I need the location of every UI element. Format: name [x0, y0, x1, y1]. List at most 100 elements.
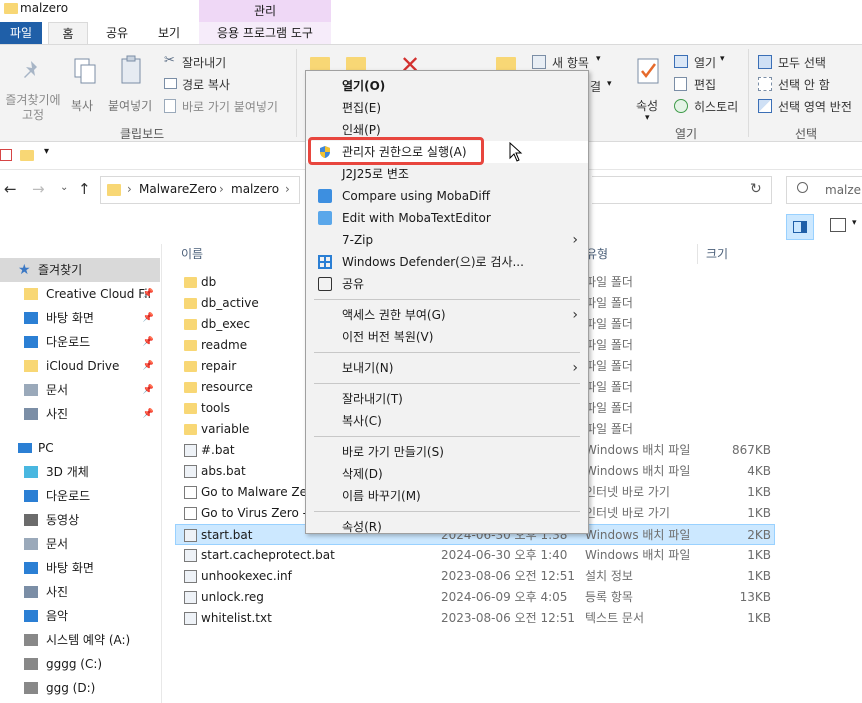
menu-item-label: 이전 버전 복원(V): [342, 330, 434, 344]
menu-item-5[interactable]: Compare using MobaDiff: [306, 185, 588, 207]
search-box[interactable]: malzer: [786, 176, 862, 204]
history-button[interactable]: 히스토리: [672, 97, 752, 117]
refresh-icon[interactable]: ↻: [750, 181, 762, 197]
select-none-button[interactable]: 선택 안 함: [756, 75, 862, 95]
menu-item-label: Windows Defender(으)로 검사...: [342, 255, 524, 269]
nav-pc-item[interactable]: 사진: [0, 580, 160, 604]
file-type: 파일 폴더: [585, 380, 633, 394]
nav-pc-item[interactable]: 바탕 화면: [0, 556, 160, 580]
tab-app-tools[interactable]: 응용 프로그램 도구: [199, 22, 331, 44]
forward-arrow-icon[interactable]: →: [32, 180, 45, 198]
back-arrow-icon[interactable]: ←: [4, 180, 17, 198]
select-all-button[interactable]: 모두 선택: [756, 53, 862, 73]
menu-item-23[interactable]: 속성(R): [306, 516, 588, 538]
paste-shortcut-button[interactable]: 바로 가기 붙여넣기: [162, 97, 292, 117]
folder-icon: [184, 361, 197, 372]
properties-button[interactable]: 속성 ▾: [632, 51, 668, 123]
select-none-icon: [758, 77, 772, 91]
menu-item-19[interactable]: 바로 가기 만들기(S): [306, 441, 588, 463]
view-options-icon[interactable]: [830, 218, 846, 232]
nav-item[interactable]: 사진 📌: [0, 402, 160, 426]
new-item-icon: [532, 55, 546, 69]
nav-item[interactable]: 문서 📌: [0, 378, 160, 402]
file-row[interactable]: start.cacheprotect.bat 2024-06-30 오후 1:40…: [176, 545, 776, 566]
file-type: Windows 배치 파일: [585, 528, 691, 542]
video-icon: [24, 514, 38, 526]
column-header-size[interactable]: 크기: [706, 245, 728, 262]
nav-pc-item[interactable]: 3D 개체: [0, 460, 160, 484]
file-row[interactable]: unlock.reg 2024-06-09 오후 4:05 등록 항목 13KB: [176, 587, 776, 608]
paste-button[interactable]: 붙여넣기: [106, 51, 156, 113]
menu-item-16[interactable]: 잘라내기(T): [306, 388, 588, 410]
edit-button[interactable]: 편집: [672, 75, 752, 95]
nav-item[interactable]: 다운로드 📌: [0, 330, 160, 354]
recent-dropdown-icon[interactable]: ⌄: [60, 182, 68, 193]
file-size: 1KB: [747, 548, 771, 562]
chevron-down-icon: ▾: [645, 113, 650, 123]
nav-this-pc[interactable]: PC: [0, 436, 160, 460]
file-type: 텍스트 문서: [585, 611, 645, 625]
nav-item-label: 다운로드: [46, 335, 91, 349]
copy-button[interactable]: 복사: [66, 51, 104, 113]
breadcrumb-malwarezero[interactable]: MalwareZero: [139, 182, 217, 196]
menu-item-20[interactable]: 삭제(D): [306, 463, 588, 485]
tab-home[interactable]: 홈: [48, 22, 88, 44]
nav-pc-item[interactable]: gggg (C:): [0, 652, 160, 676]
file-row[interactable]: unhookexec.inf 2023-08-06 오전 12:51 설치 정보 1K…: [176, 566, 776, 587]
customize-dropdown-icon[interactable]: ▾: [44, 146, 49, 157]
tab-share[interactable]: 공유: [94, 22, 140, 44]
up-arrow-icon[interactable]: ↑: [78, 180, 91, 198]
menu-item-9[interactable]: 공유: [306, 273, 588, 295]
tab-view[interactable]: 보기: [146, 22, 192, 44]
select-group-label: 선택: [795, 127, 818, 141]
nav-pc-item[interactable]: 음악: [0, 604, 160, 628]
menu-item-6[interactable]: Edit with MobaTextEditor: [306, 207, 588, 229]
nav-pc-item[interactable]: ggg (D:): [0, 676, 160, 700]
file-name: unhookexec.inf: [201, 569, 292, 583]
search-input[interactable]: malzer: [825, 183, 862, 197]
nav-quick-access[interactable]: ★ 즐겨찾기: [0, 258, 160, 282]
preview-pane-icon[interactable]: [786, 214, 814, 240]
open-button[interactable]: 열기 ▾: [672, 53, 752, 73]
copy-path-button[interactable]: 경로 복사: [162, 75, 282, 95]
drive-icon: [24, 682, 38, 694]
menu-item-12[interactable]: 이전 버전 복원(V): [306, 326, 588, 348]
folder-icon[interactable]: [20, 150, 34, 161]
invert-selection-button[interactable]: 선택 영역 반전: [756, 97, 862, 117]
ribbon-separator: [748, 49, 749, 137]
nav-pc-item[interactable]: 문서: [0, 532, 160, 556]
menu-item-11[interactable]: 액세스 권한 부여(G) ›: [306, 304, 588, 326]
nav-item[interactable]: iCloud Drive 📌: [0, 354, 160, 378]
column-header-type[interactable]: 유형: [586, 245, 608, 262]
properties-label: 속성: [636, 99, 659, 113]
menu-item-8[interactable]: Windows Defender(으)로 검사...: [306, 251, 588, 273]
menu-item-7[interactable]: 7-Zip ›: [306, 229, 588, 251]
menu-item-4[interactable]: J2J25로 변조: [306, 163, 588, 185]
checkbox-icon[interactable]: [0, 149, 12, 161]
chevron-right-icon: ›: [572, 360, 578, 376]
pin-to-quick-access-button[interactable]: 즐겨찾기에 고정: [0, 51, 64, 122]
address-bar[interactable]: › MalwareZero › malzero ›: [100, 176, 300, 204]
breadcrumb-malzero[interactable]: malzero: [231, 182, 279, 196]
nav-pc-item[interactable]: 다운로드: [0, 484, 160, 508]
nav-pc-item[interactable]: 동영상: [0, 508, 160, 532]
tab-file[interactable]: 파일: [0, 22, 42, 44]
nav-item[interactable]: 바탕 화면 📌: [0, 306, 160, 330]
chevron-down-icon[interactable]: ▾: [852, 218, 857, 228]
menu-item-21[interactable]: 이름 바꾸기(M): [306, 485, 588, 507]
title-bar: malzero: [0, 0, 862, 22]
cut-button[interactable]: ✂ 잘라내기: [162, 53, 282, 73]
menu-item-17[interactable]: 복사(C): [306, 410, 588, 432]
nav-item[interactable]: Creative Cloud Fil 📌: [0, 282, 160, 306]
pin-label: 즐겨찾기에 고정: [5, 93, 61, 122]
file-row[interactable]: whitelist.txt 2023-08-06 오전 12:51 텍스트 문서 1K…: [176, 608, 776, 629]
menu-item-0[interactable]: 열기(O): [306, 75, 588, 97]
file-type: 파일 폴더: [585, 359, 633, 373]
column-header-name[interactable]: 이름: [181, 245, 203, 262]
nav-pc-item[interactable]: 시스템 예약 (A:): [0, 628, 160, 652]
menu-item-1[interactable]: 편집(E): [306, 97, 588, 119]
address-bar-end[interactable]: ↻: [592, 176, 772, 204]
select-none-label: 선택 안 함: [778, 78, 830, 92]
menu-item-14[interactable]: 보내기(N) ›: [306, 357, 588, 379]
file-name: whitelist.txt: [201, 611, 272, 625]
